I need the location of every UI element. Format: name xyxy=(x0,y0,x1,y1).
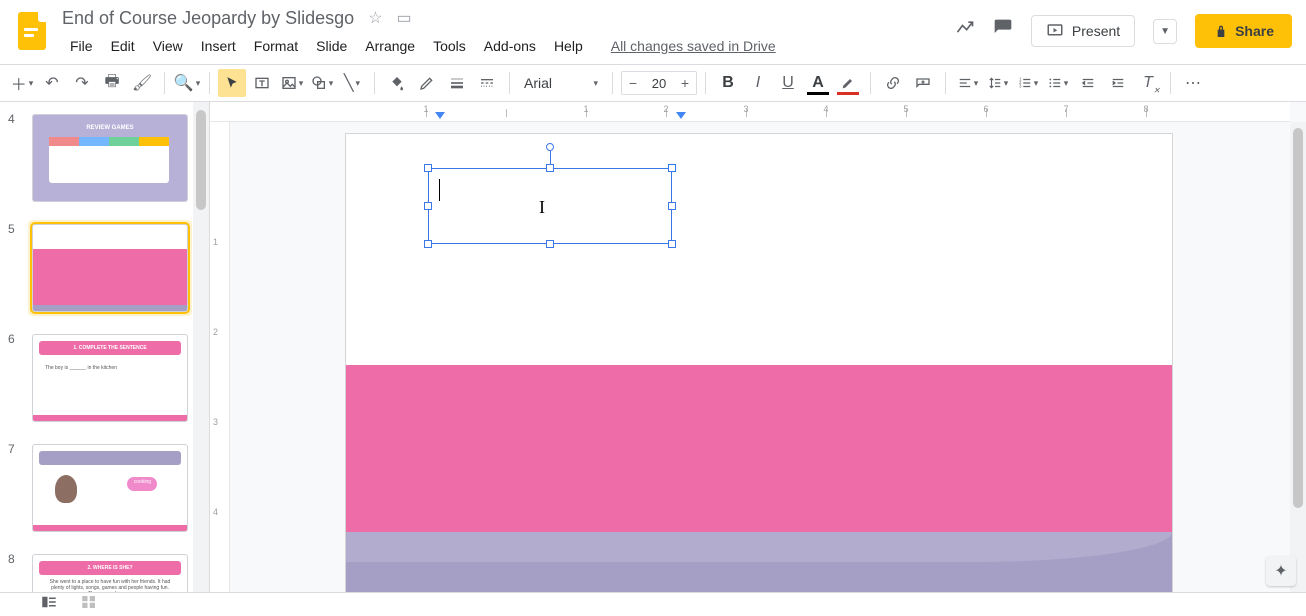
menu-file[interactable]: File xyxy=(62,34,101,58)
menu-arrange[interactable]: Arrange xyxy=(357,34,423,58)
font-size-stepper[interactable]: − 20 + xyxy=(621,71,697,95)
indent-decrease-button[interactable] xyxy=(1074,69,1102,97)
filmstrip-view-icon[interactable] xyxy=(40,593,58,616)
numbered-list-button[interactable]: 123 xyxy=(1014,69,1042,97)
rotate-handle[interactable] xyxy=(546,143,554,151)
slide-editor[interactable]: 112345678 1234 I xyxy=(210,102,1306,592)
select-tool[interactable] xyxy=(218,69,246,97)
resize-handle[interactable] xyxy=(546,240,554,248)
border-color-button[interactable] xyxy=(413,69,441,97)
comments-icon[interactable] xyxy=(993,18,1013,44)
slide-thumbnail[interactable]: 7 cooking xyxy=(8,440,201,536)
italic-button[interactable]: I xyxy=(744,69,772,97)
slide-shape-rectangle[interactable] xyxy=(346,365,1172,532)
thumb-number: 6 xyxy=(8,332,28,346)
slides-logo xyxy=(16,10,50,56)
underline-button[interactable]: U xyxy=(774,69,802,97)
insert-link-button[interactable] xyxy=(879,69,907,97)
slide-thumbnail[interactable]: 5 xyxy=(8,220,201,316)
menu-edit[interactable]: Edit xyxy=(103,34,143,58)
thumb-number: 8 xyxy=(8,552,28,566)
more-options-button[interactable]: ⋯ xyxy=(1179,69,1207,97)
menu-slide[interactable]: Slide xyxy=(308,34,355,58)
font-family-select[interactable]: Arial xyxy=(518,75,604,91)
grid-view-icon[interactable] xyxy=(80,593,98,616)
align-button[interactable] xyxy=(954,69,982,97)
resize-handle[interactable] xyxy=(424,240,432,248)
indent-increase-button[interactable] xyxy=(1104,69,1132,97)
font-size-value[interactable]: 20 xyxy=(644,76,674,91)
bold-button[interactable]: B xyxy=(714,69,742,97)
activity-icon[interactable] xyxy=(955,18,975,44)
new-slide-button[interactable]: ＋ xyxy=(8,69,36,97)
drive-save-status[interactable]: All changes saved in Drive xyxy=(611,38,776,54)
share-button[interactable]: Share xyxy=(1195,14,1292,48)
status-bar xyxy=(0,592,1306,616)
text-caret xyxy=(439,179,440,201)
resize-handle[interactable] xyxy=(668,164,676,172)
undo-button[interactable]: ↶ xyxy=(38,69,66,97)
explore-button[interactable]: ✦ xyxy=(1266,556,1296,586)
border-dash-button[interactable] xyxy=(473,69,501,97)
paint-format-button[interactable]: 🖌 xyxy=(128,69,156,97)
slide-thumbnail[interactable]: 8 2. WHERE IS SHE? She went to a place t… xyxy=(8,550,201,592)
vertical-ruler[interactable]: 1234 xyxy=(210,122,230,592)
menu-view[interactable]: View xyxy=(145,34,191,58)
font-size-increase[interactable]: + xyxy=(674,75,696,91)
slide-panel[interactable]: 4 REVIEW GAMES 5 6 1. COMPLETE THE SENTE… xyxy=(0,102,210,592)
thumb-number: 5 xyxy=(8,222,28,236)
move-to-drive-icon[interactable]: ▭ xyxy=(397,8,412,28)
selected-textbox[interactable]: I xyxy=(428,168,672,244)
slide-thumbnail[interactable]: 6 1. COMPLETE THE SENTENCE The boy is __… xyxy=(8,330,201,426)
bulleted-list-button[interactable] xyxy=(1044,69,1072,97)
menu-help[interactable]: Help xyxy=(546,34,591,58)
star-icon[interactable]: ☆ xyxy=(368,8,382,28)
present-button[interactable]: Present xyxy=(1031,15,1135,47)
text-color-button[interactable]: A xyxy=(804,69,832,97)
redo-button[interactable]: ↷ xyxy=(68,69,96,97)
shape-tool[interactable] xyxy=(308,69,336,97)
ibeam-cursor-icon: I xyxy=(539,197,545,218)
svg-text:3: 3 xyxy=(1019,84,1022,89)
slide-canvas[interactable]: I xyxy=(346,134,1172,592)
thumb-number: 4 xyxy=(8,112,28,126)
line-spacing-button[interactable] xyxy=(984,69,1012,97)
resize-handle[interactable] xyxy=(546,164,554,172)
clear-formatting-button[interactable]: T✕ xyxy=(1134,69,1162,97)
horizontal-ruler[interactable]: 112345678 xyxy=(210,102,1290,122)
resize-handle[interactable] xyxy=(424,202,432,210)
editor-scrollbar[interactable] xyxy=(1290,122,1306,592)
present-label: Present xyxy=(1072,23,1120,39)
zoom-button[interactable]: 🔍 xyxy=(173,69,201,97)
doc-title[interactable]: End of Course Jeopardy by Slidesgo xyxy=(62,8,354,29)
image-tool[interactable] xyxy=(278,69,306,97)
menu-format[interactable]: Format xyxy=(246,34,306,58)
thumb-number: 7 xyxy=(8,442,28,456)
resize-handle[interactable] xyxy=(668,240,676,248)
border-weight-button[interactable] xyxy=(443,69,471,97)
textbox-tool[interactable] xyxy=(248,69,276,97)
menu-addons[interactable]: Add-ons xyxy=(476,34,544,58)
present-options-button[interactable]: ▼ xyxy=(1153,19,1177,44)
resize-handle[interactable] xyxy=(668,202,676,210)
line-tool[interactable]: ╲ xyxy=(338,69,366,97)
fill-color-button[interactable] xyxy=(383,69,411,97)
slide-panel-scrollbar[interactable] xyxy=(193,102,209,592)
print-button[interactable]: 🖶 xyxy=(98,69,126,97)
toolbar: ＋ ↶ ↷ 🖶 🖌 🔍 ╲ Arial − 20 + B I U A xyxy=(0,64,1306,102)
resize-handle[interactable] xyxy=(424,164,432,172)
share-label: Share xyxy=(1235,23,1274,39)
menu-tools[interactable]: Tools xyxy=(425,34,474,58)
highlight-color-button[interactable] xyxy=(834,69,862,97)
slide-shape-rectangle[interactable] xyxy=(346,532,1172,592)
font-size-decrease[interactable]: − xyxy=(622,75,644,91)
slide-thumbnail[interactable]: 4 REVIEW GAMES xyxy=(8,110,201,206)
insert-comment-button[interactable] xyxy=(909,69,937,97)
menu-insert[interactable]: Insert xyxy=(193,34,244,58)
